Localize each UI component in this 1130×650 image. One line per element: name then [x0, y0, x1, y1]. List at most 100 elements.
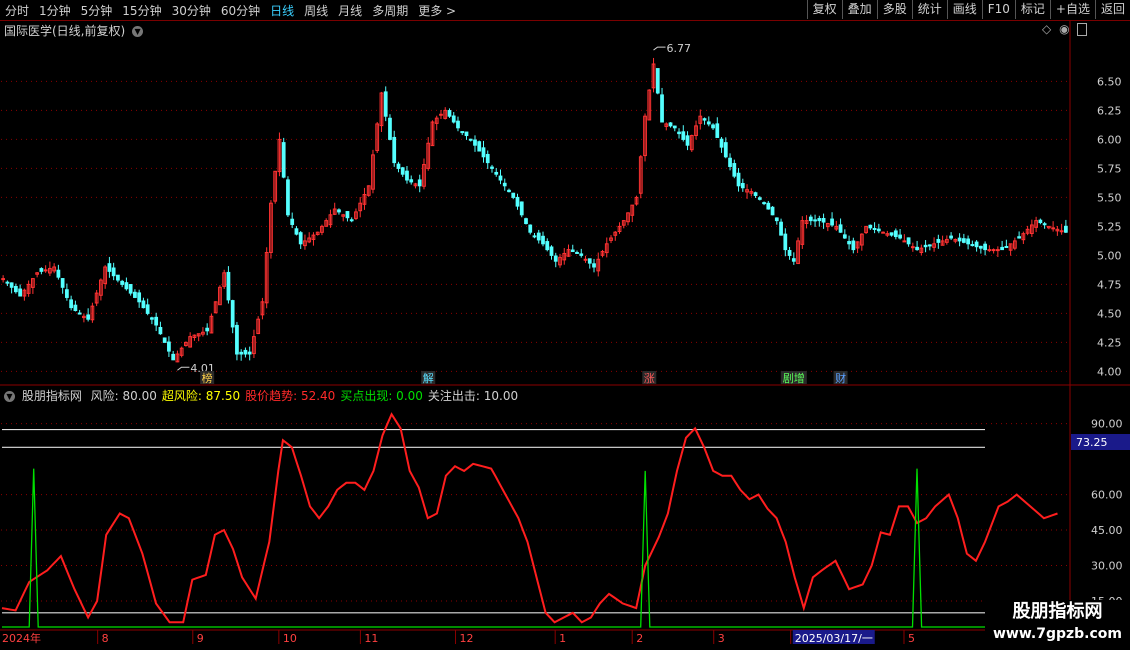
- candle-body: [579, 253, 584, 256]
- candle-body: [247, 351, 252, 355]
- candle-body: [39, 268, 44, 272]
- candle-body: [706, 121, 711, 125]
- period-tab-3[interactable]: 15分钟: [122, 2, 161, 19]
- candle-body: [876, 228, 881, 232]
- candle-body: [766, 202, 771, 210]
- candle-body: [821, 218, 826, 223]
- period-tab-7[interactable]: 周线: [304, 2, 328, 19]
- indicator-value-0: 风险: 80.00: [90, 389, 157, 403]
- candle-body: [468, 138, 473, 141]
- candle-body: [507, 189, 511, 193]
- indicator-name: 股朋指标网: [21, 389, 82, 403]
- period-tab-0[interactable]: 分时: [5, 2, 29, 19]
- candle-body: [243, 349, 248, 355]
- candle-body: [668, 122, 673, 127]
- candle-body: [1, 278, 6, 281]
- candle-body: [502, 182, 507, 187]
- toolbar-button-0[interactable]: 复权: [806, 0, 842, 19]
- candle-body: [532, 235, 537, 238]
- toolbar-button-1[interactable]: 叠加: [841, 0, 877, 19]
- candlestick-series: [1, 57, 1068, 363]
- candle-body: [294, 228, 299, 235]
- candle-body: [519, 201, 524, 216]
- panel-controls: ◇ ◉: [1042, 22, 1088, 36]
- candle-body: [69, 299, 74, 309]
- extreme-label: 6.77: [667, 42, 692, 55]
- candle-body: [817, 218, 822, 222]
- candle-body: [570, 249, 575, 253]
- candle-body: [456, 120, 460, 129]
- event-marker-label: 财: [835, 371, 846, 385]
- main-y-tick-label: 4.00: [1097, 365, 1122, 378]
- candle-body: [128, 284, 133, 294]
- main-y-tick-label: 5.00: [1097, 249, 1122, 262]
- candle-body: [447, 110, 452, 117]
- candle-body: [281, 142, 286, 178]
- candle-body: [73, 304, 78, 312]
- candle-body: [154, 316, 159, 326]
- candle-body: [60, 278, 65, 288]
- candle-body: [124, 282, 129, 290]
- period-tab-9[interactable]: 多周期: [372, 2, 408, 19]
- candle-body: [966, 238, 970, 245]
- candle-body: [1004, 246, 1009, 249]
- candle-body: [983, 243, 987, 251]
- toolbar-button-7[interactable]: +自选: [1049, 0, 1095, 19]
- toolbar-button-8[interactable]: 返回: [1094, 0, 1130, 19]
- settings-icon[interactable]: ◉: [1059, 22, 1069, 36]
- toolbar-button-3[interactable]: 统计: [911, 0, 947, 19]
- axis-labels: 4.00 4.25 4.50 4.75 5.00 5.25 5.50 5.75 6.00 6.25…: [2, 42, 1130, 645]
- diamond-icon[interactable]: ◇: [1042, 22, 1051, 36]
- candle-body: [957, 237, 962, 242]
- candle-body: [770, 206, 775, 216]
- panel-toggle-icon[interactable]: [1077, 23, 1088, 36]
- candle-body: [987, 249, 992, 252]
- event-marker: 剧增: [780, 371, 807, 385]
- candle-body: [808, 216, 813, 222]
- extreme-pointer: [177, 366, 190, 371]
- ind-y-tick-label: 45.00: [1091, 524, 1123, 537]
- candle-body: [9, 282, 14, 288]
- event-marker-label: 解: [423, 371, 434, 385]
- candle-body: [791, 258, 796, 262]
- candle-body: [167, 341, 171, 352]
- ind-y-tick-label: 60.00: [1091, 489, 1123, 502]
- event-marker-label: 榜: [202, 371, 213, 385]
- candle-body: [18, 288, 23, 297]
- period-tab-2[interactable]: 5分钟: [81, 2, 113, 19]
- candle-body: [345, 211, 350, 219]
- period-tab-6[interactable]: 日线: [270, 2, 294, 19]
- candle-body: [728, 157, 732, 167]
- period-tab-8[interactable]: 月线: [338, 2, 362, 19]
- toolbar-button-2[interactable]: 多股: [876, 0, 912, 19]
- toolbar-button-6[interactable]: 标记: [1014, 0, 1050, 19]
- candle-body: [1038, 219, 1043, 224]
- period-tab-1[interactable]: 1分钟: [39, 2, 71, 19]
- chevron-down-icon[interactable]: ▼: [132, 26, 144, 37]
- candle-body: [405, 170, 409, 181]
- event-marker: 涨: [642, 371, 657, 385]
- candle-body: [536, 232, 541, 241]
- toolbar-button-5[interactable]: F10: [981, 0, 1015, 19]
- period-tab-4[interactable]: 30分钟: [172, 2, 211, 19]
- period-toolbar: 分时 1分钟 5分钟 15分钟 30分钟 60分钟 日线 周线 月线 多周期 更多 > 返回 +自选 标记…: [0, 0, 1130, 21]
- candle-body: [239, 351, 244, 355]
- period-tab-5[interactable]: 60分钟: [221, 2, 260, 19]
- candle-body: [974, 241, 979, 248]
- candle-body: [490, 166, 494, 169]
- candle-body: [133, 291, 137, 298]
- main-y-tick-label: 5.25: [1097, 220, 1122, 233]
- candle-body: [936, 238, 941, 243]
- event-marker-label: 剧增: [783, 371, 805, 385]
- chevron-down-icon[interactable]: ▼: [4, 391, 15, 402]
- candle-body: [171, 353, 176, 361]
- candle-body: [511, 192, 516, 198]
- candle-body: [120, 280, 125, 285]
- main-chart-header: 国际医学(日线,前复权) ▼: [4, 22, 144, 39]
- candle-body: [205, 327, 210, 332]
- main-y-tick-label: 6.50: [1097, 75, 1122, 88]
- period-tab-10[interactable]: 更多 >: [418, 2, 456, 19]
- watermark: 股朋指标网 www.7gpzb.com: [985, 600, 1130, 650]
- toolbar-button-4[interactable]: 画线: [946, 0, 982, 19]
- candle-body: [787, 249, 792, 256]
